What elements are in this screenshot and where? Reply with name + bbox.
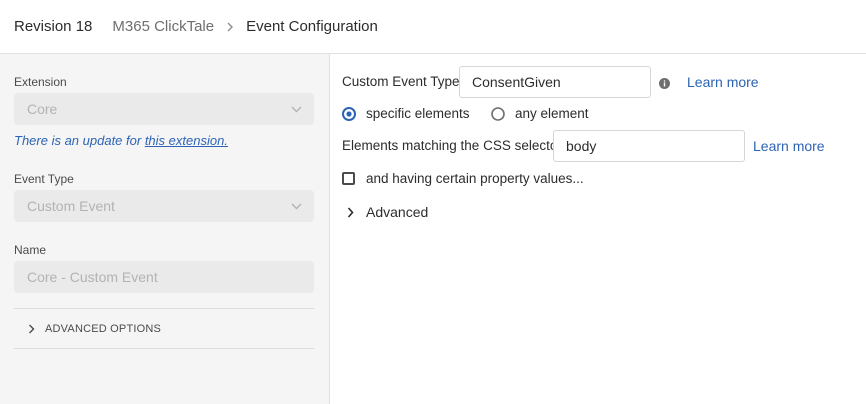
breadcrumb-current: Event Configuration bbox=[246, 18, 378, 35]
name-input[interactable]: Core - Custom Event bbox=[14, 261, 314, 293]
chevron-right-icon bbox=[347, 206, 354, 218]
breadcrumb: Revision 18 M365 ClickTale Event Configu… bbox=[0, 0, 866, 54]
chevron-down-icon bbox=[291, 203, 302, 210]
radio-any-element[interactable]: any element bbox=[491, 106, 589, 121]
radio-specific-elements-label: specific elements bbox=[366, 106, 470, 121]
css-selector-label: Elements matching the CSS selector bbox=[342, 138, 562, 153]
update-extension-link[interactable]: this extension. bbox=[145, 133, 228, 148]
sidebar: Extension Core There is an update for th… bbox=[0, 54, 330, 404]
breadcrumb-property[interactable]: M365 ClickTale bbox=[112, 18, 214, 35]
name-label: Name bbox=[14, 243, 47, 257]
chevron-right-icon bbox=[28, 324, 35, 334]
advanced-toggle[interactable]: Advanced bbox=[347, 204, 428, 220]
event-configuration-panel: Custom Event Type ConsentGiven Learn mor… bbox=[330, 54, 866, 404]
extension-label: Extension bbox=[14, 75, 67, 89]
radio-specific-elements[interactable]: specific elements bbox=[342, 106, 470, 121]
event-type-select[interactable]: Custom Event bbox=[14, 190, 314, 222]
custom-event-type-label: Custom Event Type bbox=[342, 74, 460, 89]
learn-more-link-css-selector[interactable]: Learn more bbox=[753, 138, 825, 154]
advanced-label: Advanced bbox=[366, 204, 429, 220]
radio-any-element-label: any element bbox=[515, 106, 589, 121]
extension-select[interactable]: Core bbox=[14, 93, 314, 125]
custom-event-type-input[interactable]: ConsentGiven bbox=[459, 66, 651, 98]
property-values-checkbox[interactable]: and having certain property values... bbox=[342, 171, 584, 186]
name-input-placeholder: Core - Custom Event bbox=[27, 269, 158, 285]
chevron-right-icon bbox=[226, 22, 234, 32]
custom-event-type-value: ConsentGiven bbox=[472, 74, 561, 90]
property-values-checkbox-label: and having certain property values... bbox=[366, 171, 584, 186]
advanced-options-toggle[interactable]: ADVANCED OPTIONS bbox=[14, 308, 314, 349]
radio-selected-icon bbox=[342, 106, 356, 121]
learn-more-link-event-type[interactable]: Learn more bbox=[687, 74, 759, 90]
radio-unselected-icon bbox=[491, 106, 505, 121]
update-notice: There is an update for this extension. bbox=[14, 133, 228, 148]
css-selector-value: body bbox=[566, 138, 597, 154]
chevron-down-icon bbox=[291, 106, 302, 113]
css-selector-input[interactable]: body bbox=[553, 130, 745, 162]
extension-select-value: Core bbox=[27, 101, 58, 117]
event-type-select-value: Custom Event bbox=[27, 198, 115, 214]
advanced-options-label: ADVANCED OPTIONS bbox=[45, 322, 162, 335]
update-notice-text: There is an update for bbox=[14, 133, 145, 148]
breadcrumb-revision[interactable]: Revision 18 bbox=[14, 18, 92, 35]
checkbox-unchecked-icon bbox=[342, 172, 355, 185]
info-icon[interactable] bbox=[659, 78, 670, 89]
event-type-label: Event Type bbox=[14, 172, 74, 186]
